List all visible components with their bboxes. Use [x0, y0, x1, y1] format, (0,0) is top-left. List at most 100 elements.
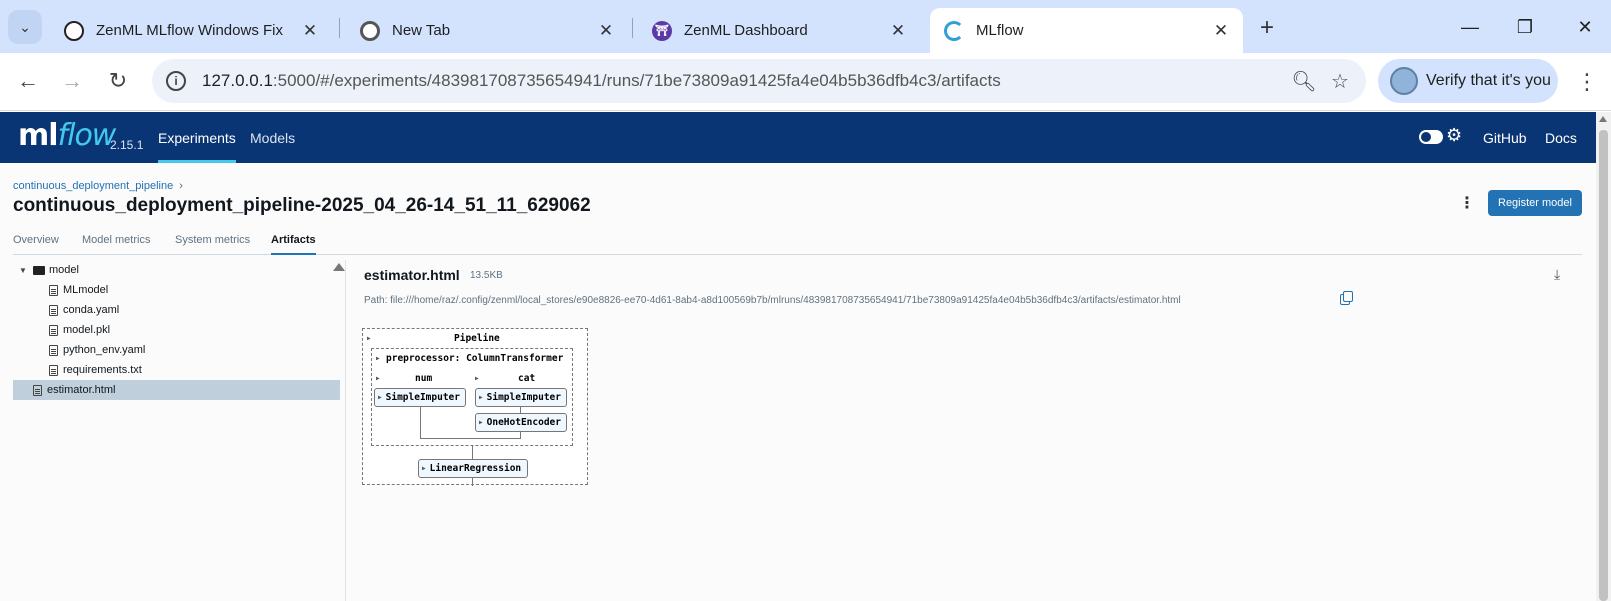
breadcrumb: continuous_deployment_pipeline ›: [13, 180, 183, 192]
zenml-icon: ⛩: [652, 20, 672, 41]
connector-line: [472, 478, 473, 486]
chevron-down-icon: ⌄: [19, 18, 31, 35]
connector-line: [472, 446, 473, 460]
expand-triangle-icon[interactable]: ▶: [376, 375, 380, 382]
artifact-tree: ▼ model MLmodel conda.yaml model.pkl pyt…: [13, 260, 346, 601]
tab-search-button[interactable]: ⌄: [8, 10, 42, 44]
preprocessor-label[interactable]: preprocessor: ColumnTransformer: [386, 353, 563, 364]
expand-triangle-icon[interactable]: ▶: [376, 355, 380, 362]
tab-title: MLflow: [976, 22, 1024, 39]
connector-line: [420, 407, 421, 438]
expand-triangle-icon[interactable]: ▶: [475, 375, 479, 382]
tree-file-label: requirements.txt: [63, 364, 142, 376]
one-hot-encoder[interactable]: ▶ OneHotEncoder: [475, 413, 567, 432]
site-info-icon[interactable]: i: [166, 71, 186, 91]
tree-file[interactable]: requirements.txt: [13, 360, 340, 380]
expand-triangle-icon: ▶: [479, 394, 483, 401]
run-page: continuous_deployment_pipeline › continuo…: [0, 163, 1596, 601]
browser-tab-active[interactable]: MLflow ✕: [930, 8, 1243, 53]
chrome-icon: [360, 20, 380, 41]
tab-artifacts[interactable]: Artifacts: [271, 234, 316, 255]
openai-icon: [64, 20, 84, 41]
tab-title: ZenML Dashboard: [684, 22, 808, 39]
expand-triangle-icon: ▶: [422, 465, 426, 472]
restore-icon[interactable]: ❐: [1510, 14, 1540, 40]
tab-system-metrics[interactable]: System metrics: [175, 234, 250, 255]
tree-folder-model[interactable]: ▼ model: [13, 260, 340, 280]
pipeline-label[interactable]: Pipeline: [454, 333, 500, 344]
github-link[interactable]: GitHub: [1483, 112, 1527, 163]
profile-label: Verify that it's you: [1426, 72, 1551, 89]
mlflow-logo[interactable]: mlflow: [18, 118, 116, 153]
back-button[interactable]: ←: [11, 64, 45, 98]
tree-file-label: python_env.yaml: [63, 344, 146, 356]
window-close-icon[interactable]: ✕: [1570, 14, 1600, 40]
page-scrollbar[interactable]: [1596, 112, 1611, 601]
minimize-icon[interactable]: —: [1455, 14, 1485, 40]
dark-mode-toggle[interactable]: [1419, 130, 1443, 144]
tree-file-label: model.pkl: [63, 324, 111, 336]
tree-folder-label: model: [49, 264, 79, 276]
scroll-up-arrow-icon[interactable]: [1599, 116, 1607, 122]
profile-button[interactable]: Verify that it's you: [1378, 59, 1558, 103]
breadcrumb-link[interactable]: continuous_deployment_pipeline: [13, 180, 173, 192]
logo-ml: ml: [18, 118, 59, 153]
estimator-label: LinearRegression: [429, 463, 522, 474]
artifact-path: Path: file:///home/raz/.config/zenml/loc…: [364, 295, 1181, 306]
cat-label[interactable]: cat: [518, 373, 535, 384]
version-label: 2.15.1: [110, 138, 144, 152]
cat-simple-imputer[interactable]: ▶ SimpleImputer: [475, 388, 567, 407]
tree-file[interactable]: python_env.yaml: [13, 340, 340, 360]
estimator-label: OneHotEncoder: [486, 417, 561, 428]
linear-regression[interactable]: ▶ LinearRegression: [418, 459, 528, 478]
nav-experiments[interactable]: Experiments: [158, 112, 236, 163]
scrollbar-thumb[interactable]: [1599, 130, 1608, 601]
bookmark-star-icon[interactable]: ☆: [1322, 63, 1358, 99]
copy-icon[interactable]: [1340, 291, 1353, 305]
tree-file[interactable]: MLmodel: [13, 280, 340, 300]
browser-tab[interactable]: ⛩ ZenML Dashboard ✕: [638, 8, 920, 53]
close-icon[interactable]: ✕: [300, 21, 320, 41]
reload-button[interactable]: ↻: [101, 64, 135, 98]
browser-toolbar: ← → ↻ i 127.0.0.1:5000/#/experiments/483…: [0, 53, 1611, 111]
new-tab-button[interactable]: +: [1253, 14, 1281, 42]
gear-icon[interactable]: ⚙: [1446, 125, 1462, 146]
tree-file-label: conda.yaml: [63, 304, 120, 316]
browser-tab[interactable]: New Tab ✕: [346, 8, 628, 53]
run-tabs: Overview Model metrics System metrics Ar…: [13, 234, 1582, 255]
download-icon[interactable]: ⤓: [1554, 266, 1560, 283]
tree-file[interactable]: conda.yaml: [13, 300, 340, 320]
zoom-icon[interactable]: 🔍︎: [1286, 63, 1322, 99]
close-icon[interactable]: ✕: [1211, 21, 1231, 41]
tree-file-selected[interactable]: estimator.html: [13, 380, 340, 400]
tab-title: New Tab: [392, 22, 451, 39]
register-model-button[interactable]: Register model: [1488, 190, 1582, 216]
tree-file[interactable]: model.pkl: [13, 320, 340, 340]
num-simple-imputer[interactable]: ▶ SimpleImputer: [374, 388, 466, 407]
folder-icon: [33, 265, 45, 275]
expand-triangle-icon[interactable]: ▶: [367, 335, 371, 342]
address-bar[interactable]: i 127.0.0.1:5000/#/experiments/483981708…: [152, 59, 1366, 103]
expand-triangle-icon: ▶: [479, 419, 483, 426]
url-host: 127.0.0.1: [202, 71, 273, 90]
expand-triangle-icon: ▶: [378, 394, 382, 401]
num-label[interactable]: num: [415, 373, 432, 384]
tab-model-metrics[interactable]: Model metrics: [82, 234, 150, 255]
url-text[interactable]: 127.0.0.1:5000/#/experiments/48398170873…: [202, 71, 1286, 91]
forward-button[interactable]: →: [55, 64, 89, 98]
file-icon: [49, 344, 58, 356]
file-icon: [33, 384, 42, 396]
caret-down-icon[interactable]: ▼: [19, 266, 29, 275]
tab-overview[interactable]: Overview: [13, 234, 59, 255]
nav-models[interactable]: Models: [250, 112, 295, 163]
close-icon[interactable]: ✕: [596, 21, 616, 41]
file-icon: [49, 324, 58, 336]
browser-tab[interactable]: ZenML MLflow Windows Fix ✕: [50, 8, 332, 53]
browser-menu-icon[interactable]: ⋮: [1572, 65, 1602, 99]
more-options-icon[interactable]: ⋮: [1459, 193, 1475, 213]
page-title: continuous_deployment_pipeline-2025_04_2…: [13, 195, 591, 216]
docs-link[interactable]: Docs: [1545, 112, 1577, 163]
close-icon[interactable]: ✕: [888, 21, 908, 41]
breadcrumb-separator: ›: [179, 180, 183, 192]
tree-file-label: estimator.html: [47, 384, 116, 396]
